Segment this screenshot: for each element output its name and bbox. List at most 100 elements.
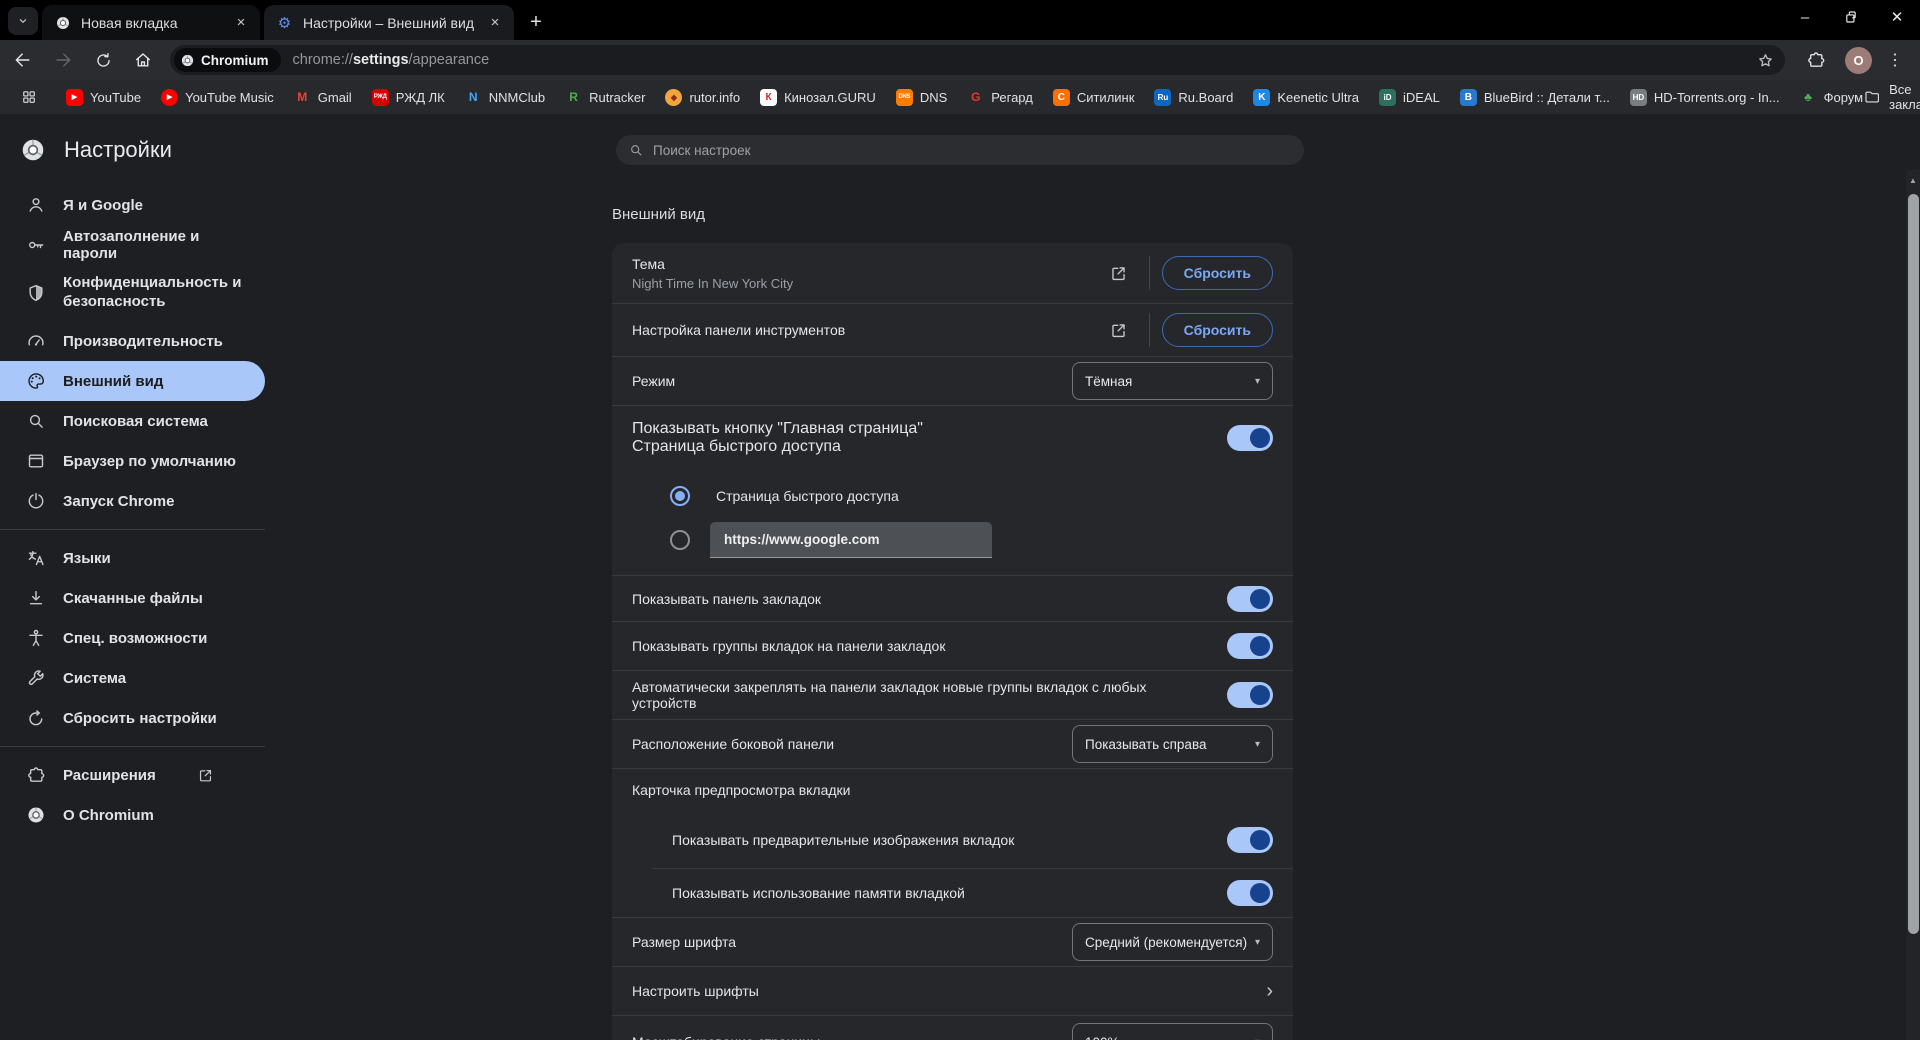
reload-button[interactable] — [86, 43, 120, 77]
profile-avatar[interactable]: O — [1845, 46, 1872, 74]
minimize-button[interactable]: – — [1782, 0, 1828, 34]
customize-fonts-row[interactable]: Настроить шрифты › — [612, 967, 1293, 1016]
home-button[interactable] — [126, 43, 160, 77]
font-size-select[interactable]: Средний (рекомендуется) ▾ — [1072, 923, 1273, 961]
bookmark-gmail[interactable]: M Gmail — [294, 89, 351, 106]
bookmark-kinozal[interactable]: К Кинозал.GURU — [760, 88, 876, 106]
sidebar-item-languages[interactable]: Языки — [0, 538, 265, 578]
bookmark-regard[interactable]: G Регард — [967, 89, 1033, 106]
close-tab-icon[interactable]: × — [232, 14, 250, 32]
speedometer-icon — [28, 335, 44, 346]
bookmark-youtube[interactable]: ▶ YouTube — [66, 88, 141, 106]
scrollbar-thumb[interactable] — [1907, 194, 1919, 934]
side-panel-select[interactable]: Показывать справа ▾ — [1072, 725, 1273, 763]
bookmark-rutor[interactable]: ◆ rutor.info — [665, 88, 740, 106]
home-button-section: Показывать кнопку "Главная страница" Стр… — [612, 406, 1293, 576]
tab-groups-label: Показывать группы вкладок на панели закл… — [632, 638, 946, 654]
customize-fonts-label: Настроить шрифты — [632, 983, 759, 999]
custom-url-input[interactable] — [710, 522, 992, 558]
apps-grid-button[interactable] — [12, 80, 46, 114]
youtube-music-icon: ▶ — [161, 88, 179, 106]
tab-preview-images-toggle[interactable] — [1227, 827, 1273, 853]
bookmark-ruboard[interactable]: Ru Ru.Board — [1154, 88, 1233, 106]
back-button[interactable] — [6, 43, 40, 77]
sidebar-item-you-and-google[interactable]: Я и Google — [0, 185, 265, 225]
bookmark-rzd[interactable]: РЖД РЖД ЛК — [371, 88, 445, 106]
close-window-button[interactable]: ✕ — [1874, 0, 1920, 34]
dropdown-caret-icon: ▾ — [1254, 936, 1260, 948]
tab-groups-toggle[interactable] — [1227, 633, 1273, 659]
browser-window-icon — [28, 454, 44, 468]
new-tab-button[interactable]: + — [522, 8, 550, 36]
appearance-card: Тема Night Time In New York City Сбросит… — [612, 243, 1293, 1040]
kinozal-icon: К — [760, 88, 778, 106]
bookmark-rutracker[interactable]: R Rutracker — [565, 89, 645, 106]
sidebar-item-system[interactable]: Система — [0, 658, 265, 698]
bookmark-hdtorrents[interactable]: HD HD-Torrents.org - In... — [1629, 88, 1780, 106]
open-theme-button[interactable] — [1101, 255, 1137, 291]
tab-title: Настройки – Внешний вид — [303, 14, 474, 31]
sidebar-item-downloads[interactable]: Скачанные файлы — [0, 578, 265, 618]
sidebar-item-privacy[interactable]: Конфиденциальность и безопасность — [0, 265, 265, 321]
forward-button[interactable] — [46, 43, 80, 77]
bookmark-ideal[interactable]: iD iDEAL — [1379, 88, 1440, 106]
home-button-label: Показывать кнопку "Главная страница" — [632, 420, 923, 437]
sidebar-item-about[interactable]: О Chromium — [0, 795, 265, 835]
bookmark-forum[interactable]: ♣ Форум — [1800, 89, 1863, 106]
address-bar[interactable]: Chromium chrome://settings/appearance — [170, 45, 1785, 75]
extensions-button[interactable] — [1799, 43, 1833, 77]
palette-icon — [28, 373, 44, 389]
settings-gear-favicon: ⚙ — [277, 14, 292, 32]
open-toolbar-customize-button[interactable] — [1101, 312, 1137, 348]
home-icon — [136, 53, 150, 67]
sidebar-item-extensions[interactable]: Расширения — [0, 755, 265, 795]
sidebar-item-autofill[interactable]: Автозаполнение и пароли — [0, 225, 265, 265]
home-button-toggle[interactable] — [1227, 425, 1273, 451]
reset-theme-button[interactable]: Сбросить — [1161, 256, 1273, 290]
auto-pin-toggle[interactable] — [1227, 682, 1273, 708]
sidebar-item-default-browser[interactable]: Браузер по умолчанию — [0, 441, 265, 481]
browser-menu-button[interactable]: ⋮ — [1878, 43, 1912, 77]
sidebar-divider — [0, 746, 265, 747]
ntp-radio-label[interactable]: Страница быстрого доступа — [716, 488, 899, 504]
sidebar-item-reset[interactable]: Сбросить настройки — [0, 698, 265, 738]
page-zoom-select[interactable]: 100%▾ — [1072, 1023, 1273, 1040]
bookmarks-bar: ▶ YouTube ▶ YouTube Music M Gmail РЖД РЖД ЛК… — [0, 80, 1920, 114]
tab-memory-toggle[interactable] — [1227, 880, 1273, 906]
sidebar-item-performance[interactable]: Производительность — [0, 321, 265, 361]
tab-search-button[interactable] — [8, 7, 38, 35]
browser-toolbar: Chromium chrome://settings/appearance O … — [0, 40, 1920, 80]
tab-settings-appearance[interactable]: ⚙ Настройки – Внешний вид × — [264, 5, 514, 40]
sidebar-item-accessibility[interactable]: Спец. возможности — [0, 618, 265, 658]
bookmark-dns[interactable]: DNS DNS — [895, 88, 947, 106]
custom-url-radio[interactable] — [670, 530, 690, 550]
settings-nav: Я и Google Автозаполнение и пароли Конфи… — [0, 185, 265, 835]
sidebar-item-appearance[interactable]: Внешний вид — [0, 361, 265, 401]
mode-select[interactable]: Тёмная ▾ — [1072, 362, 1273, 400]
show-bookmarks-toggle[interactable] — [1227, 585, 1273, 612]
sidebar-item-search-engine[interactable]: Поисковая система — [0, 401, 265, 441]
tab-memory-label: Показывать использование памяти вкладкой — [672, 885, 965, 901]
bookmark-youtube-music[interactable]: ▶ YouTube Music — [161, 88, 274, 106]
sidebar-item-startup[interactable]: Запуск Chrome — [0, 481, 265, 521]
settings-search-input[interactable] — [653, 142, 1292, 158]
bookmark-nnmclub[interactable]: N NNMClub — [465, 89, 545, 106]
bookmark-star-button[interactable] — [1751, 46, 1779, 74]
scroll-up-arrow[interactable]: ▲ — [1906, 176, 1920, 185]
side-panel-label: Расположение боковой панели — [632, 736, 835, 752]
keenetic-icon: K — [1253, 88, 1271, 106]
close-tab-icon[interactable]: × — [486, 14, 504, 32]
site-info-chip[interactable]: Chromium — [174, 48, 281, 72]
bookmark-citilink[interactable]: С Ситилинк — [1052, 88, 1134, 106]
reset-icon — [29, 710, 43, 726]
bookmark-bluebird[interactable]: B BlueBird :: Детали т... — [1459, 88, 1610, 106]
all-bookmarks-button[interactable]: Все закладки — [1863, 82, 1920, 112]
bookmark-keenetic[interactable]: K Keenetic Ultra — [1253, 88, 1359, 106]
reset-toolbar-button[interactable]: Сбросить — [1161, 313, 1273, 347]
tab-new-tab[interactable]: Новая вкладка × — [42, 5, 260, 40]
sidebar-divider — [0, 529, 265, 530]
restore-button[interactable] — [1828, 0, 1874, 34]
chromium-icon — [181, 54, 194, 66]
ntp-radio[interactable] — [670, 486, 690, 506]
settings-search[interactable] — [616, 135, 1304, 165]
